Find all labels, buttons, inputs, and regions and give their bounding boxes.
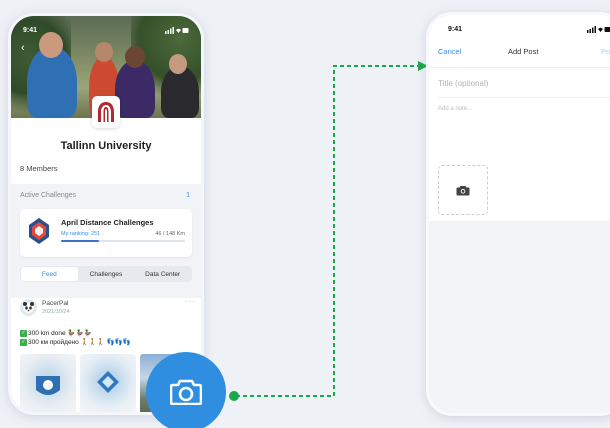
status-time: 9:41 [23,27,38,34]
status-icons [165,27,189,36]
right-phone-screen: 9:41 Cancel Add Post Post Title (optiona… [426,12,610,416]
camera-icon [170,379,202,405]
status-time: 9:41 [448,26,463,33]
divider [429,67,610,68]
camera-icon [456,185,470,195]
camera-button[interactable] [146,352,226,428]
chevron-left-icon: ‹ [21,42,25,54]
back-button[interactable]: ‹ [21,42,25,54]
page-title: Add Post [508,47,539,56]
title-input[interactable]: Title (optional) [438,79,488,88]
note-input[interactable]: Add a note... [438,106,472,112]
divider [438,97,610,98]
post-button[interactable]: Post [601,47,610,56]
status-icons [587,26,610,35]
org-logo [92,96,120,128]
add-photo-button[interactable] [438,165,488,215]
status-bar: 9:41 [23,27,189,36]
status-bar: 9:41 [448,26,610,35]
university-logo-icon [98,102,114,122]
cancel-button[interactable]: Cancel [438,47,461,56]
